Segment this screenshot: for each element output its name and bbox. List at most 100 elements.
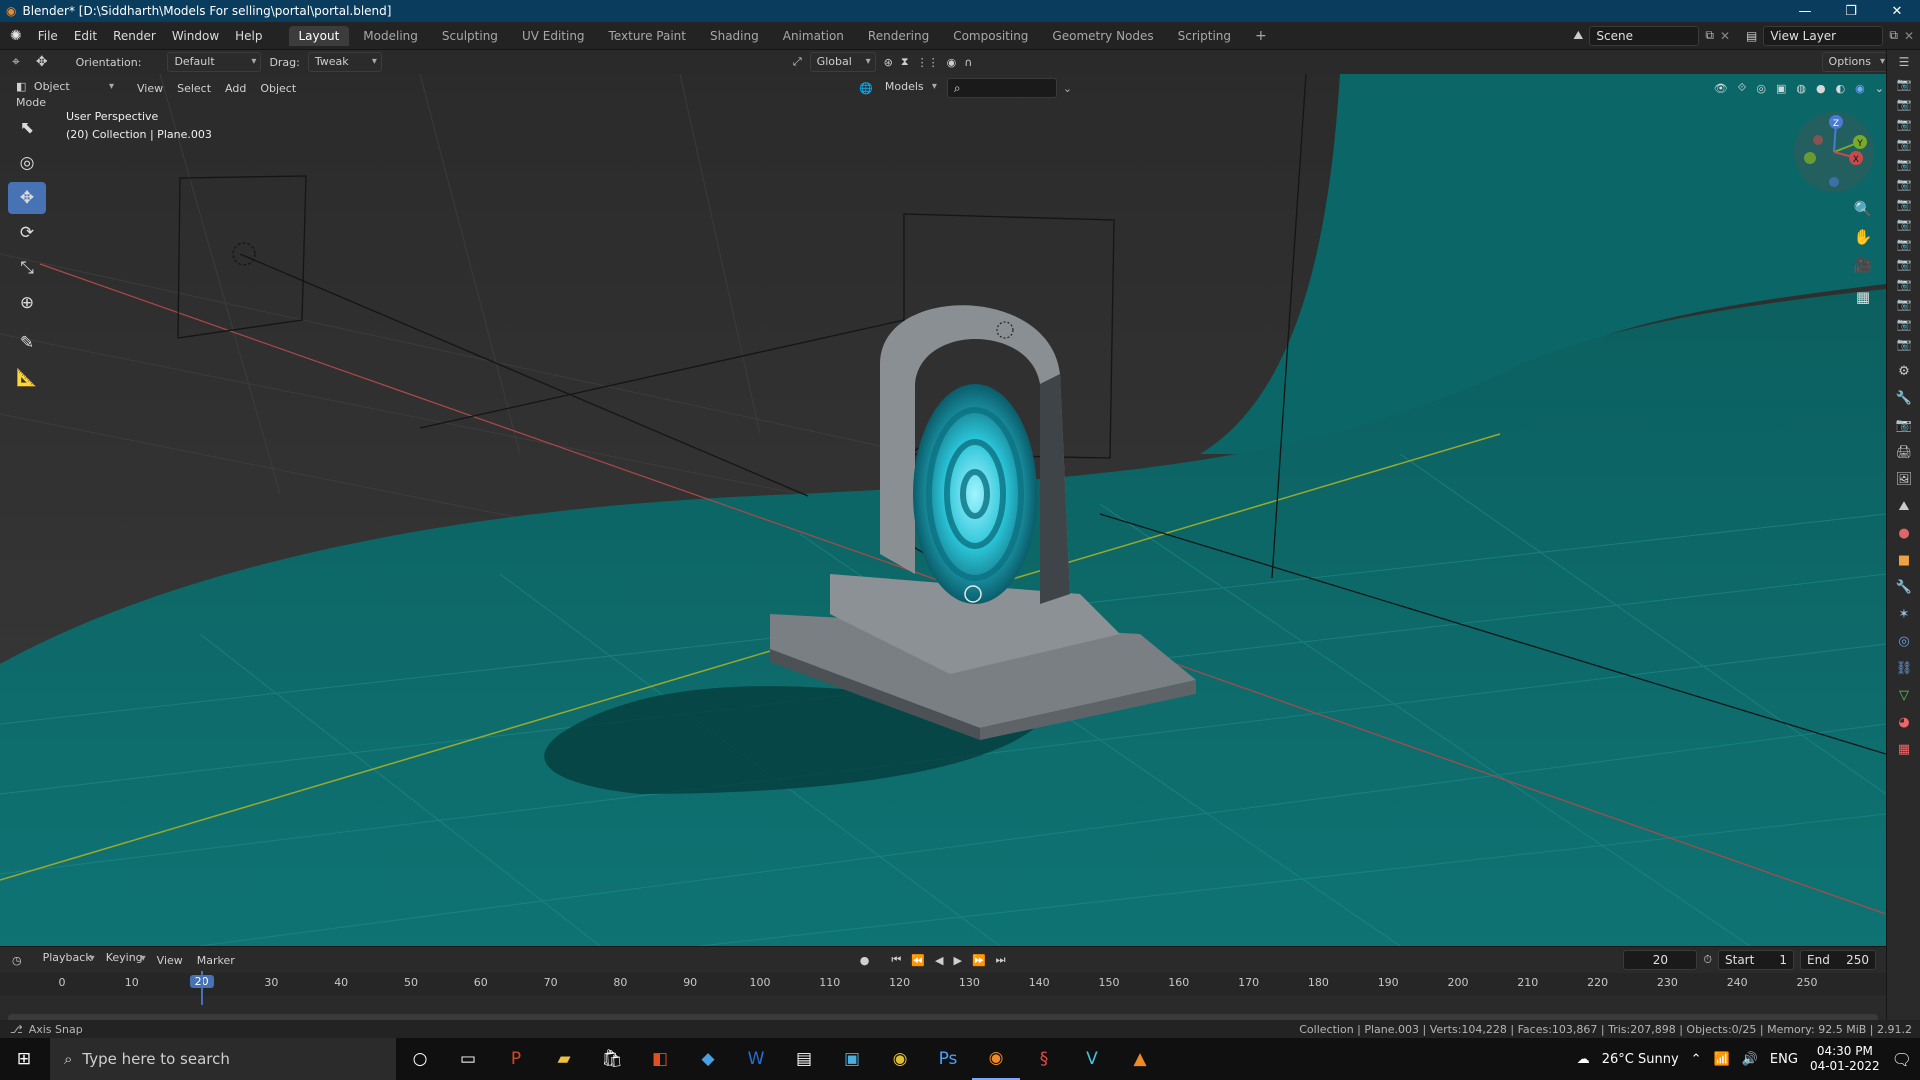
app-icon[interactable]: ▣ <box>828 1038 876 1080</box>
tab-sculpting[interactable]: Sculpting <box>432 26 508 46</box>
notifications-icon[interactable]: 🗨 <box>1892 1050 1912 1069</box>
mode-dropdown[interactable]: ◧ Object Mode <box>10 78 118 109</box>
pan-hand-icon[interactable]: ✋ <box>1848 224 1878 250</box>
stopwatch-icon[interactable]: ⏱ <box>1703 953 1712 967</box>
tool-tab-icon[interactable]: 🔧 <box>1887 385 1920 412</box>
xray-icon[interactable]: ▣ <box>1776 82 1786 95</box>
photoshop-icon[interactable]: Ps <box>924 1038 972 1080</box>
menu-marker[interactable]: Marker <box>190 954 242 967</box>
timeline-editor-type-icon[interactable]: ◷ <box>0 954 36 967</box>
menu-add[interactable]: Add <box>218 82 253 95</box>
camera-visibility-icon[interactable]: 📷 <box>1887 214 1920 234</box>
output-tab-icon[interactable]: 🖨 <box>1887 439 1920 466</box>
playhead-line[interactable] <box>200 971 203 1005</box>
filter-dropdown-icon[interactable]: ⌄ <box>1063 82 1072 95</box>
move-gizmo-icon[interactable]: ✥ <box>28 54 56 70</box>
orientation-dropdown[interactable]: Default <box>167 52 262 72</box>
menu-select[interactable]: Select <box>170 82 218 95</box>
zoom-icon[interactable]: 🔍 <box>1848 196 1878 222</box>
camera-visibility-icon[interactable]: 📷 <box>1887 314 1920 334</box>
close-button[interactable]: ✕ <box>1874 4 1920 19</box>
transform-orientation-dropdown[interactable]: Global <box>809 52 876 72</box>
start-frame-field[interactable]: Start 1 <box>1718 950 1794 970</box>
word-icon[interactable]: W <box>732 1038 780 1080</box>
menu-view[interactable]: View <box>130 82 170 95</box>
select-tool-icon[interactable]: ⬉ <box>8 112 46 144</box>
file-explorer-icon[interactable]: ▰ <box>540 1038 588 1080</box>
material-shading-icon[interactable]: ◐ <box>1836 82 1846 95</box>
clock[interactable]: 04:30 PM 04-01-2022 <box>1810 1044 1880 1074</box>
camera-visibility-icon[interactable]: 📷 <box>1887 294 1920 314</box>
solid-shading-icon[interactable]: ● <box>1816 82 1826 95</box>
menu-playback[interactable]: Playback <box>36 950 99 970</box>
viewport-search-field[interactable]: ⌕ <box>946 78 1057 98</box>
visibility-icon[interactable]: 👁 <box>1714 82 1728 95</box>
view-layer-tab-icon[interactable]: 🖼 <box>1887 466 1920 493</box>
taskbar-search[interactable]: ⌕ Type here to search <box>50 1038 396 1080</box>
tab-modeling[interactable]: Modeling <box>353 26 428 46</box>
snap-icon[interactable]: ⧗ <box>901 55 909 69</box>
camera-view-icon[interactable]: 🎥 <box>1848 252 1878 278</box>
tab-animation[interactable]: Animation <box>773 26 854 46</box>
camera-visibility-icon[interactable]: 📷 <box>1887 134 1920 154</box>
menu-render[interactable]: Render <box>105 29 164 43</box>
menu-file[interactable]: File <box>30 29 66 43</box>
record-icon[interactable]: ● <box>860 954 870 967</box>
constraints-tab-icon[interactable]: ⛓ <box>1887 655 1920 682</box>
rotate-tool-icon[interactable]: ⟳ <box>8 217 46 249</box>
move-tool-icon[interactable]: ✥ <box>8 182 46 214</box>
menu-view-timeline[interactable]: View <box>150 954 190 967</box>
wifi-icon[interactable]: 📶 <box>1714 1052 1730 1067</box>
collection-filter-dropdown[interactable]: Models <box>879 78 941 98</box>
physics-tab-icon[interactable]: ◎ <box>1887 628 1920 655</box>
cursor-tool-icon[interactable]: ◎ <box>8 147 46 179</box>
language-indicator[interactable]: ENG <box>1770 1052 1798 1067</box>
menu-help[interactable]: Help <box>227 29 270 43</box>
tray-expand-icon[interactable]: ⌃ <box>1691 1052 1702 1067</box>
timeline-ruler[interactable]: 0102030405060708090100110120130140150160… <box>0 973 1886 995</box>
camera-visibility-icon[interactable]: 📷 <box>1887 254 1920 274</box>
shading-options-icon[interactable]: ⌄ <box>1875 82 1884 95</box>
material-tab-icon[interactable]: ◕ <box>1887 709 1920 736</box>
snap-target-icon[interactable]: ⋮⋮ <box>917 56 939 69</box>
options-dropdown[interactable]: Options <box>1821 52 1890 72</box>
next-keyframe-icon[interactable]: ⏩ <box>972 954 986 967</box>
falloff-icon[interactable]: ∩ <box>964 56 972 69</box>
camera-visibility-icon[interactable]: 📷 <box>1887 174 1920 194</box>
camera-visibility-icon[interactable]: 📷 <box>1887 94 1920 114</box>
app-icon[interactable]: § <box>1020 1038 1068 1080</box>
app-icon[interactable]: ▤ <box>780 1038 828 1080</box>
store-icon[interactable]: 🛍 <box>588 1038 636 1080</box>
jump-start-icon[interactable]: ⏮ <box>891 953 901 967</box>
remove-scene-icon[interactable]: ✕ <box>1720 29 1730 43</box>
rendered-shading-icon[interactable]: ◉ <box>1855 82 1865 95</box>
3d-viewport[interactable]: User Perspective (20) Collection | Plane… <box>0 74 1886 946</box>
camera-visibility-icon[interactable]: 📷 <box>1887 194 1920 214</box>
volume-icon[interactable]: 🔊 <box>1742 1052 1758 1067</box>
scene-icon[interactable]: ⛰ <box>1573 28 1583 43</box>
blender-taskbar-icon[interactable]: ◉ <box>972 1038 1020 1080</box>
tab-layout[interactable]: Layout <box>288 25 350 46</box>
chrome-icon[interactable]: ◉ <box>876 1038 924 1080</box>
render-tab-icon[interactable]: 📷 <box>1887 412 1920 439</box>
maximize-button[interactable]: ❐ <box>1828 4 1874 19</box>
ortho-grid-icon[interactable]: ▦ <box>1848 284 1878 310</box>
outliner-editor-icon[interactable]: ☰ <box>1887 50 1920 74</box>
camera-visibility-icon[interactable]: 📷 <box>1887 234 1920 254</box>
menu-keying[interactable]: Keying <box>99 950 150 970</box>
scene-tab-icon[interactable]: ⛰ <box>1887 493 1920 520</box>
blender-menu-icon[interactable]: ✺ <box>0 28 30 44</box>
world-tab-icon[interactable]: ● <box>1887 520 1920 547</box>
app-icon[interactable]: ◆ <box>684 1038 732 1080</box>
scene-field[interactable]: Scene <box>1589 25 1700 46</box>
play-icon[interactable]: ▶ <box>953 954 961 967</box>
navigation-gizmo[interactable]: Z Y X <box>1794 112 1874 192</box>
new-view-layer-icon[interactable]: ⧉ <box>1889 28 1898 43</box>
tab-scripting[interactable]: Scripting <box>1168 26 1241 46</box>
remove-view-layer-icon[interactable]: ✕ <box>1904 29 1914 43</box>
view-layer-icon[interactable]: ▤ <box>1746 29 1757 43</box>
tab-rendering[interactable]: Rendering <box>858 26 939 46</box>
drag-dropdown[interactable]: Tweak <box>307 52 382 72</box>
weather-text[interactable]: 26°C Sunny <box>1602 1052 1679 1067</box>
new-scene-icon[interactable]: ⧉ <box>1705 28 1714 43</box>
